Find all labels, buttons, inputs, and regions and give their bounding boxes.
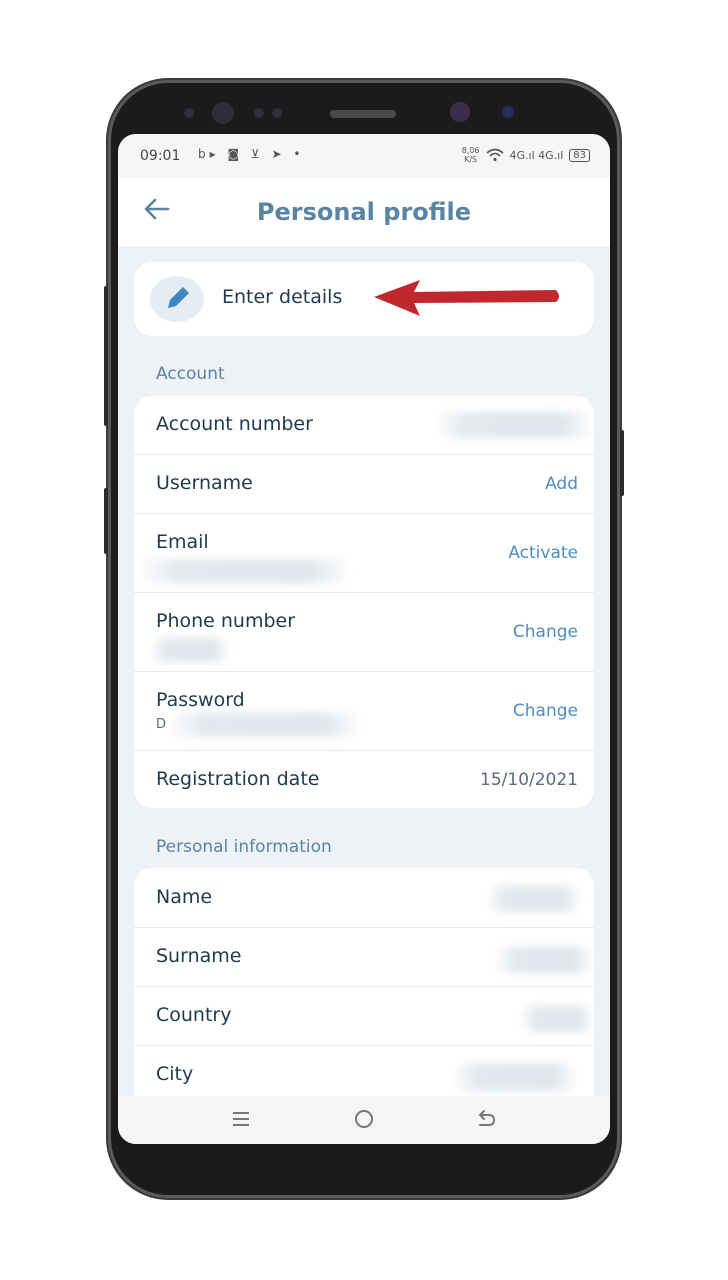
row-label: Username: [156, 472, 253, 494]
power-button: [620, 430, 624, 496]
enter-details-label: Enter details: [222, 286, 343, 308]
status-time: 09:01: [140, 148, 181, 164]
sensor-dot: [184, 108, 194, 118]
country-row[interactable]: Country: [134, 986, 594, 1046]
redacted-value: [434, 412, 594, 438]
redacted-value: [452, 1063, 578, 1091]
proximity-sensor: [502, 106, 514, 118]
row-label: City: [156, 1063, 194, 1085]
home-icon[interactable]: [353, 1108, 375, 1130]
iris-sensor: [450, 102, 470, 122]
row-label: Country: [156, 1004, 232, 1026]
red-arrow-annotation: [374, 280, 559, 316]
redacted-value: [136, 559, 352, 583]
menu-icon[interactable]: [230, 1108, 252, 1130]
speaker-grille: [330, 110, 396, 118]
row-label: Registration date: [156, 768, 320, 790]
change-password-button[interactable]: Change: [513, 701, 578, 721]
phone-number-row[interactable]: Phone number Change: [134, 592, 594, 672]
phone-screen: 09:01 b▸ ◙ ⊻ ➤ • 8,06 K/S 4G.ıl 4G.ıl 83…: [118, 134, 610, 1144]
redacted-value: [494, 947, 594, 973]
back-icon[interactable]: [476, 1108, 498, 1130]
row-label: Account number: [156, 413, 313, 435]
battery-icon: 83: [569, 148, 590, 162]
change-phone-button[interactable]: Change: [513, 622, 578, 642]
page-title: Personal profile: [256, 198, 472, 226]
volume-button: [104, 286, 108, 426]
email-row[interactable]: Email Activate: [134, 513, 594, 593]
bixby-button: [104, 488, 108, 554]
row-label: Phone number: [156, 610, 296, 632]
row-label: Name: [156, 886, 213, 908]
row-label: Password: [156, 689, 245, 711]
redacted-value: [486, 886, 582, 912]
net-speed-unit: K/S: [464, 155, 478, 164]
pencil-icon-bubble: [150, 276, 204, 322]
front-camera: [212, 102, 234, 124]
row-label: Surname: [156, 945, 242, 967]
row-label: Email: [156, 531, 209, 553]
redacted-value: [166, 713, 362, 737]
account-card: Account number Username Add Email Activa…: [134, 396, 594, 808]
redacted-value: [520, 1006, 594, 1032]
status-bar: 09:01 b▸ ◙ ⊻ ➤ • 8,06 K/S 4G.ıl 4G.ıl 83: [118, 134, 610, 178]
add-username-button[interactable]: Add: [545, 474, 578, 494]
section-personal-information: Personal information: [156, 837, 332, 857]
wifi-icon: [485, 148, 504, 162]
app-bar: Personal profile: [118, 178, 610, 246]
pencil-icon: [168, 287, 189, 308]
status-right-icons: 8,06 K/S 4G.ıl 4G.ıl 83: [462, 146, 590, 164]
registration-date-row: Registration date 15/10/2021: [134, 750, 594, 808]
activate-email-button[interactable]: Activate: [508, 543, 578, 563]
username-row[interactable]: Username Add: [134, 454, 594, 514]
net-speed: 8,06 K/S: [462, 146, 480, 164]
account-number-row: Account number: [134, 396, 594, 455]
password-hint: D: [156, 717, 167, 732]
section-account: Account: [156, 364, 225, 384]
name-row[interactable]: Name: [134, 868, 594, 928]
net-speed-value: 8,06: [461, 146, 480, 155]
system-nav-bar: [118, 1096, 610, 1144]
sensor-dot: [254, 108, 264, 118]
surname-row[interactable]: Surname: [134, 927, 594, 987]
redacted-value: [150, 638, 230, 662]
sensor-dot: [272, 108, 282, 118]
personal-info-card: Name Surname Country City: [134, 868, 594, 1128]
signal-icons: 4G.ıl 4G.ıl: [509, 148, 564, 162]
password-row[interactable]: Password D Change: [134, 671, 594, 751]
notification-icons: b▸ ◙ ⊻ ➤ •: [198, 147, 305, 161]
registration-date-value: 15/10/2021: [480, 770, 578, 790]
enter-details-card[interactable]: Enter details: [134, 262, 594, 336]
